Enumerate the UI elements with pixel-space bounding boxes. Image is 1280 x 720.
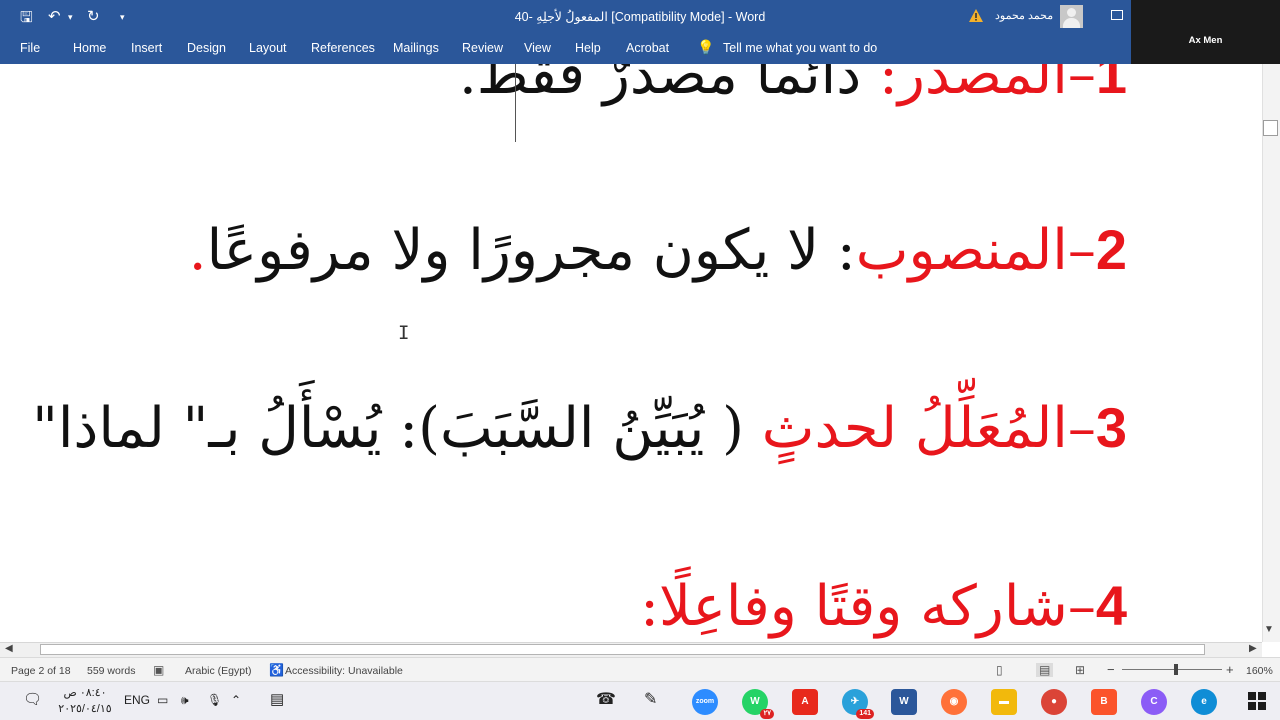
tab-mailings[interactable]: Mailings [393,41,439,55]
line-number: 3 [1095,396,1127,459]
whatsapp-badge: ٢٧ [760,709,774,719]
zoom-level[interactable]: 160% [1246,665,1273,677]
tab-insert[interactable]: Insert [131,41,162,55]
tab-file[interactable]: File [20,41,40,55]
tab-design[interactable]: Design [187,41,226,55]
line-text: لا يكون مجرورًا ولا مرفوعًا [206,218,837,283]
phone-link-icon[interactable]: ☎ [596,689,616,709]
period: . [188,218,207,283]
status-bar: Page 2 of 18 559 words ▣ Arabic (Egypt) … [0,657,1280,681]
taskbar: 🗨 ٠٨:٤٠ ص ٢٠٢٥/٠٤/١٥ ENG ▭ 🕪 🎙 ⌃ ▤ ☎ ✎ z… [0,681,1280,720]
input-language[interactable]: ENG [124,693,150,707]
clock[interactable]: ٠٨:٤٠ ص ٢٠٢٥/٠٤/١٥ [58,685,112,717]
avatar[interactable] [1060,5,1083,28]
display-icon[interactable]: ▭ [157,693,168,707]
title-bar: 🖫 ↶ ▾ ↻ ▾ المفعولُ لأجلِهِ -40 [Compatib… [0,0,1280,33]
ibeam-cursor-icon: I [398,322,410,344]
firefox-icon[interactable]: ◉ [941,689,967,715]
colon: : [640,574,660,639]
clock-time: ٠٨:٤٠ ص [63,687,107,699]
tab-review[interactable]: Review [462,41,503,55]
line-text: ( يُبَيِّنُ السَّبَبَ): يُسْأَلُ بـ" لما… [32,396,762,461]
doc-line-1: 1–المصدر: دائما مصدرٌ فقط. [459,64,1127,103]
edge-icon[interactable]: e [1191,689,1217,715]
notification-icon[interactable]: 🗨 [23,690,42,708]
print-layout-icon[interactable]: ▤ [1036,663,1054,677]
tab-view[interactable]: View [524,41,551,55]
warning-icon[interactable] [968,8,984,23]
chrome-icon[interactable]: ● [1041,689,1067,715]
line-text: دائما مصدرٌ فقط [476,64,879,107]
proofing-icon[interactable]: ▣ [153,663,164,677]
notepad-icon[interactable]: ✎ [644,689,657,709]
chevron-up-icon[interactable]: ⌃ [231,693,241,707]
word-app-icon[interactable]: W [891,689,917,715]
language-status[interactable]: Arabic (Egypt) [185,665,252,677]
tab-references[interactable]: References [311,41,375,55]
term: –المنصوب [855,218,1096,283]
clock-date: ٢٠٢٥/٠٤/١٥ [58,703,112,715]
tab-acrobat[interactable]: Acrobat [626,41,669,55]
text-caret [515,64,516,142]
microphone-icon[interactable]: 🎙 [207,693,222,707]
whatsapp-icon[interactable]: W ٢٧ [742,689,774,719]
read-mode-icon[interactable]: ▯ [996,663,1003,677]
tab-home[interactable]: Home [73,41,106,55]
tab-layout[interactable]: Layout [249,41,287,55]
windows-start-icon[interactable] [1248,692,1266,710]
period: . [458,64,477,107]
scroll-right-arrow-icon[interactable]: ▶ [1249,643,1257,654]
scroll-down-arrow-icon[interactable]: ▼ [1264,624,1274,635]
line-number: 1 [1095,64,1127,105]
ribbon-tabs: File Home Insert Design Layout Reference… [0,33,1280,64]
vertical-scrollbar[interactable] [1262,64,1280,642]
zoom-out-button[interactable]: − [1107,662,1115,677]
zoom-slider[interactable] [1122,669,1222,670]
web-layout-icon[interactable]: ⊞ [1075,663,1085,677]
scroll-left-arrow-icon[interactable]: ◀ [5,643,13,654]
line-number: 2 [1095,218,1127,281]
window-title: المفعولُ لأجلِهِ -40 [Compatibility Mode… [514,10,766,24]
colon: : [878,64,898,107]
vertical-scroll-thumb[interactable] [1263,120,1278,136]
doc-line-4: 4–شاركه وقتًا وفاعِلًا: [640,578,1127,635]
doc-line-3: 3–المُعَلِّلُ لحدثٍ ( يُبَيِّنُ السَّبَب… [32,400,1127,457]
accessibility-icon[interactable]: ♿ [269,663,284,677]
user-name[interactable]: محمد محمود [995,9,1053,22]
ribbon-display-options-icon[interactable] [1111,10,1123,20]
line-number: 4 [1095,574,1127,637]
term: –المُعَلِّلُ لحدثٍ [761,396,1096,461]
copilot-icon[interactable]: C [1141,689,1167,715]
video-overlay-label: Ax Men [1188,35,1223,46]
tell-me-search[interactable]: Tell me what you want to do [723,41,877,55]
file-explorer-icon[interactable]: ▬ [991,689,1017,715]
news-widget-icon[interactable]: ▤ [270,690,284,708]
page-count[interactable]: Page 2 of 18 [11,665,71,677]
tab-help[interactable]: Help [575,41,601,55]
document-page[interactable]: 1–المصدر: دائما مصدرٌ فقط. 2–المنصوب: لا… [0,64,1262,642]
term: –المصدر [897,64,1096,107]
zoom-in-button[interactable]: + [1226,662,1234,677]
brave-icon[interactable]: B [1091,689,1117,715]
accessibility-status[interactable]: Accessibility: Unavailable [285,665,403,677]
telegram-badge: 141 [856,709,874,719]
horizontal-scroll-thumb[interactable] [40,644,1205,655]
word-count[interactable]: 559 words [87,665,135,677]
acrobat-icon[interactable]: A [792,689,818,715]
lightbulb-icon: 💡 [697,39,715,55]
colon: : [836,218,856,283]
volume-icon[interactable]: 🕪 [181,693,189,708]
term: –شاركه وقتًا وفاعِلًا [659,574,1096,639]
telegram-icon[interactable]: ✈ 141 [842,689,874,719]
zoom-app-icon[interactable]: zoom [692,689,718,715]
doc-line-2: 2–المنصوب: لا يكون مجرورًا ولا مرفوعًا. [189,222,1127,279]
zoom-slider-thumb[interactable] [1174,664,1178,675]
